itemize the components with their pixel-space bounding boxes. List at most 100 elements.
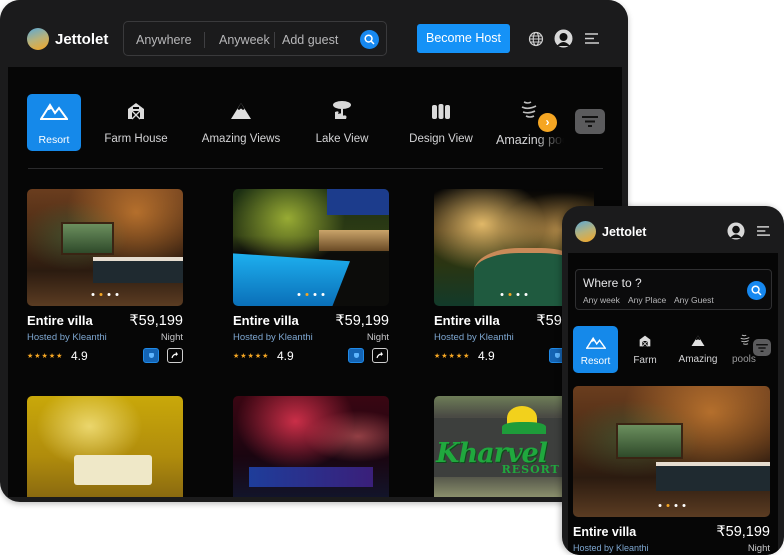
peak-icon xyxy=(231,103,251,119)
brand-name[interactable]: Jettolet xyxy=(55,31,108,48)
pool-icon xyxy=(740,334,750,345)
share-button[interactable] xyxy=(167,348,183,363)
listing-image-bedroom[interactable] xyxy=(27,189,183,306)
search-bar[interactable]: Anywhere Anyweek Add guest xyxy=(123,21,387,56)
search-icon xyxy=(751,285,762,296)
menu-icon[interactable] xyxy=(584,32,600,45)
search-where[interactable]: Anywhere xyxy=(136,33,192,47)
category-resort[interactable]: Resort xyxy=(27,94,81,151)
search-week[interactable]: Any week xyxy=(583,295,620,305)
search-divider xyxy=(274,32,275,48)
search-button[interactable] xyxy=(747,281,766,300)
star-rating-icon: ★★★★★ xyxy=(434,353,471,360)
category-farm[interactable]: Farm xyxy=(628,326,662,373)
listing-host[interactable]: Hosted by Kleanthi xyxy=(27,332,107,343)
peak-icon xyxy=(691,335,705,346)
carousel-dots[interactable] xyxy=(297,293,325,296)
listing-price-unit: Night xyxy=(747,543,770,554)
listing-price: ₹59,199 xyxy=(716,524,770,540)
category-amazing[interactable]: Amazing xyxy=(676,326,720,373)
mobile-content: Where to ? Any week Any Place Any Guest … xyxy=(568,253,778,555)
filter-button[interactable] xyxy=(575,109,605,134)
mobile-frame: Jettolet Where to ? Any week Any Place A… xyxy=(562,206,784,555)
star-rating-icon: ★★★★★ xyxy=(233,353,270,360)
category-label: Lake View xyxy=(315,133,369,145)
favorite-button[interactable] xyxy=(348,348,364,363)
favorite-button[interactable] xyxy=(143,348,159,363)
listing-title[interactable]: Entire villa xyxy=(573,525,636,539)
listing-host[interactable]: Hosted by Kleanthi xyxy=(573,543,649,553)
barn-icon xyxy=(639,335,651,347)
mobile-search-bar[interactable]: Where to ? Any week Any Place Any Guest xyxy=(575,269,772,310)
listing-title[interactable]: Entire villa xyxy=(27,313,93,328)
search-week[interactable]: Anyweek xyxy=(219,33,270,47)
brand-logo[interactable] xyxy=(27,28,49,50)
category-lake-view[interactable]: Lake View xyxy=(308,94,376,151)
listing-title[interactable]: Entire villa xyxy=(233,313,299,328)
filter-button[interactable] xyxy=(753,339,771,356)
search-guest[interactable]: Add guest xyxy=(282,33,338,47)
globe-icon[interactable] xyxy=(528,31,544,47)
filter-icon xyxy=(756,344,768,352)
category-label: Amazing Views xyxy=(201,133,281,145)
lake-tree-icon xyxy=(333,101,351,119)
search-title[interactable]: Where to ? xyxy=(583,276,642,290)
listing-image-club[interactable] xyxy=(233,396,389,497)
category-label: Resort xyxy=(38,134,70,146)
search-icon xyxy=(364,34,375,45)
listing-image-pool[interactable] xyxy=(233,189,389,306)
search-button[interactable] xyxy=(360,30,379,49)
listing-image-yellow-room[interactable] xyxy=(27,396,183,497)
columns-icon xyxy=(432,104,450,119)
listing-price-unit: Night xyxy=(160,332,183,343)
listing-image-bedroom[interactable] xyxy=(573,386,770,517)
listing-price-unit: Night xyxy=(366,332,389,343)
search-guest[interactable]: Any Guest xyxy=(674,295,714,305)
category-divider xyxy=(28,168,603,169)
user-avatar-icon[interactable] xyxy=(554,29,573,48)
listing-price: ₹59,199 xyxy=(335,313,389,329)
share-button[interactable] xyxy=(372,348,388,363)
category-label: Amazing xyxy=(678,354,718,365)
become-host-button[interactable]: Become Host xyxy=(417,24,510,53)
category-label: Amazing pools xyxy=(496,133,564,147)
search-place[interactable]: Any Place xyxy=(628,295,666,305)
listing-price: ₹59,199 xyxy=(129,313,183,329)
carousel-dots[interactable] xyxy=(658,504,685,507)
desktop-header: Jettolet Anywhere Anyweek Add guest Beco… xyxy=(0,0,628,67)
category-label: Design View xyxy=(409,133,473,145)
desktop-frame: Jettolet Anywhere Anyweek Add guest Beco… xyxy=(0,0,628,502)
brand-name[interactable]: Jettolet xyxy=(602,225,646,239)
listing-host[interactable]: Hosted by Kleanthi xyxy=(434,332,514,343)
filter-icon xyxy=(582,116,598,127)
carousel-dots[interactable] xyxy=(500,293,528,296)
categories-next-button[interactable]: › xyxy=(538,113,557,132)
mountain-icon xyxy=(40,103,68,120)
pool-icon xyxy=(521,101,537,118)
listing-rating: 4.9 xyxy=(277,349,294,363)
carousel-dots[interactable] xyxy=(91,293,119,296)
category-resort[interactable]: Resort xyxy=(573,326,618,373)
listing-title[interactable]: Entire villa xyxy=(434,313,500,328)
share-arrow-icon xyxy=(376,352,384,359)
category-label: pools xyxy=(732,354,756,365)
category-design-view[interactable]: Design View xyxy=(406,94,476,151)
barn-icon xyxy=(128,103,144,120)
listing-host[interactable]: Hosted by Kleanthi xyxy=(233,332,313,343)
desktop-content: Resort Farm House Amazing Views Lake Vie… xyxy=(8,67,622,497)
category-label: Farm xyxy=(633,355,657,366)
mountain-icon xyxy=(585,336,606,349)
brand-logo[interactable] xyxy=(575,221,596,242)
menu-icon[interactable] xyxy=(756,225,771,237)
listing-image-kharvel-resort[interactable]: Kharvel RESORT xyxy=(434,396,564,497)
category-label: Resort xyxy=(580,356,611,367)
sign-subtext: RESORT xyxy=(501,462,560,476)
listing-rating: 4.9 xyxy=(71,349,88,363)
share-arrow-icon xyxy=(171,352,179,359)
search-divider xyxy=(204,32,205,48)
category-label: Farm House xyxy=(104,133,168,145)
category-farm-house[interactable]: Farm House xyxy=(100,94,172,151)
user-avatar-icon[interactable] xyxy=(727,222,745,240)
star-rating-icon: ★★★★★ xyxy=(27,353,64,360)
category-amazing-views[interactable]: Amazing Views xyxy=(198,94,284,151)
